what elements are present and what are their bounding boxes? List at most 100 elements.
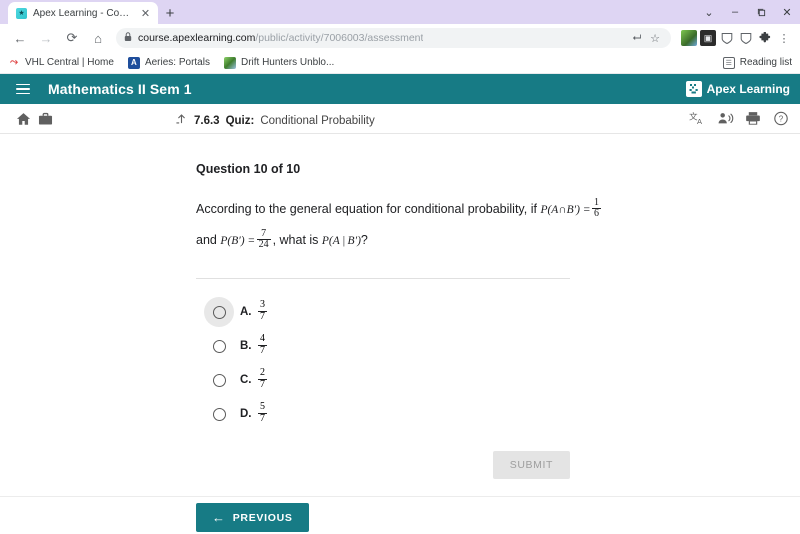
answer-choice-d[interactable]: D. 57 xyxy=(196,397,800,431)
fraction-numerator: 5 xyxy=(260,401,265,412)
url-path: /public/activity/7006003/assessment xyxy=(255,32,424,44)
radio-button-c[interactable] xyxy=(204,365,234,395)
window-controls: ⌄ – ✕ xyxy=(696,0,800,24)
breadcrumb: 7.6.3 Quiz: Conditional Probability xyxy=(175,111,375,127)
up-level-icon[interactable] xyxy=(175,112,188,128)
maximize-icon[interactable] xyxy=(748,0,774,24)
briefcase-icon[interactable] xyxy=(34,108,56,130)
minimize-icon[interactable]: – xyxy=(722,0,748,24)
translate-icon[interactable]: 文A xyxy=(686,108,708,130)
browser-window: ★ Apex Learning - Courses ✕ + ⌄ – ✕ ← → … xyxy=(0,0,800,534)
bookmark-vhl-central[interactable]: ⤳ VHL Central | Home xyxy=(8,57,114,69)
expression-1-label: P(A∩B′) xyxy=(540,204,581,216)
bookmark-aeries-portals[interactable]: A Aeries: Portals xyxy=(127,56,210,69)
browser-toolbar: ← → ⟳ ⌂ course.apexlearning.com/public/a… xyxy=(0,24,800,52)
bookmark-label: Drift Hunters Unblo... xyxy=(240,57,335,68)
previous-button[interactable]: ← PREVIOUS xyxy=(196,503,309,532)
fraction-numerator: 4 xyxy=(260,333,265,344)
omnibox-actions: ⮠ ☆ xyxy=(629,30,663,46)
share-icon[interactable]: ⮠ xyxy=(629,30,645,46)
drift-icon xyxy=(223,56,236,69)
aeries-icon: A xyxy=(127,56,140,69)
fraction-denominator: 24 xyxy=(256,239,271,251)
expression-2-fraction: 7 24 xyxy=(256,228,271,251)
bookmark-label: Aeries: Portals xyxy=(144,57,210,68)
choice-value-b: 47 xyxy=(258,333,267,356)
question-panel: Question 10 of 10 According to the gener… xyxy=(0,134,800,479)
hamburger-menu-icon[interactable] xyxy=(12,79,32,99)
expression-1-fraction: 16 xyxy=(592,196,601,220)
bookmark-star-icon[interactable]: ☆ xyxy=(647,30,663,46)
previous-label: PREVIOUS xyxy=(232,511,293,524)
chrome-menu-icon[interactable]: ⋮ xyxy=(776,30,792,46)
tab-title: Apex Learning - Courses xyxy=(33,7,133,19)
stem-text-3: , what is xyxy=(272,233,319,247)
question-stem: According to the general equation for co… xyxy=(196,194,800,256)
reading-list-icon: ☰ xyxy=(722,56,735,69)
radio-button-b[interactable] xyxy=(204,331,234,361)
shield-extension-1-icon[interactable] xyxy=(719,30,735,46)
expression-2-label: P(B′) xyxy=(220,235,245,247)
vhl-icon: ⤳ xyxy=(10,57,18,68)
home-icon[interactable] xyxy=(12,108,34,130)
apex-learning-app: Mathematics II Sem 1 Apex Learning 7.6.3 xyxy=(0,74,800,532)
answer-choice-c[interactable]: C. 27 xyxy=(196,363,800,397)
course-title: Mathematics II Sem 1 xyxy=(48,81,192,97)
activity-tools: 文A ? xyxy=(686,108,792,130)
radio-button-a[interactable] xyxy=(204,297,234,327)
submit-row: SUBMIT xyxy=(196,451,570,479)
tab-search-icon[interactable]: ⌄ xyxy=(696,0,722,24)
extension-icons: ▣ ⋮ xyxy=(677,30,792,46)
address-bar[interactable]: course.apexlearning.com/public/activity/… xyxy=(116,28,671,48)
radio-button-d[interactable] xyxy=(204,399,234,429)
stem-text-1: According to the general equation for co… xyxy=(196,202,537,216)
activity-footer: ← PREVIOUS xyxy=(0,496,800,532)
svg-text:A: A xyxy=(697,117,702,126)
shield-extension-2-icon[interactable] xyxy=(738,30,754,46)
choice-value-a: 37 xyxy=(258,299,267,322)
forward-icon[interactable]: → xyxy=(34,26,58,50)
choice-letter: D. xyxy=(240,408,252,420)
puzzle-extensions-icon[interactable] xyxy=(757,30,773,46)
choice-letter: A. xyxy=(240,306,252,318)
read-aloud-icon[interactable] xyxy=(714,108,736,130)
breadcrumb-name: Conditional Probability xyxy=(260,114,375,127)
stem-text-4: ? xyxy=(360,233,368,247)
apex-logo-text: Apex Learning xyxy=(706,82,790,96)
answer-choice-b[interactable]: B. 47 xyxy=(196,329,800,363)
expression-2-equals: = xyxy=(248,235,255,247)
left-arrow-icon: ← xyxy=(212,510,226,525)
choice-value-c: 27 xyxy=(258,367,267,390)
close-tab-icon[interactable]: ✕ xyxy=(139,7,152,20)
reading-list-button[interactable]: ☰ Reading list xyxy=(722,56,792,69)
help-icon[interactable]: ? xyxy=(770,108,792,130)
back-icon[interactable]: ← xyxy=(8,26,32,50)
browser-tab[interactable]: ★ Apex Learning - Courses ✕ xyxy=(8,2,158,24)
answer-choice-a[interactable]: A. 37 xyxy=(196,295,800,329)
question-heading: Question 10 of 10 xyxy=(196,162,301,176)
reload-icon[interactable]: ⟳ xyxy=(60,26,84,50)
fraction-numerator: 2 xyxy=(260,367,265,378)
answer-choices: A. 37 B. 47 C. 27 D. 57 xyxy=(196,295,800,431)
choice-letter: B. xyxy=(240,340,252,352)
new-tab-button[interactable]: + xyxy=(158,2,182,24)
expression-1-equals: = xyxy=(583,204,591,216)
submit-button[interactable]: SUBMIT xyxy=(492,451,570,479)
drift-hunters-extension-icon[interactable] xyxy=(681,30,697,46)
dark-extension-icon[interactable]: ▣ xyxy=(700,30,716,46)
home-icon[interactable]: ⌂ xyxy=(86,26,110,50)
bookmark-label: VHL Central | Home xyxy=(25,57,114,68)
fraction-numerator: 3 xyxy=(260,299,265,310)
fraction-denominator: 7 xyxy=(258,412,267,424)
apex-learning-logo: Apex Learning xyxy=(685,81,790,97)
fraction-numerator: 1 xyxy=(594,196,599,208)
bookmark-drift-hunters[interactable]: Drift Hunters Unblo... xyxy=(223,56,335,69)
close-window-icon[interactable]: ✕ xyxy=(774,0,800,24)
fraction-denominator: 7 xyxy=(258,344,267,356)
breadcrumb-kind: Quiz: xyxy=(225,114,255,127)
breadcrumb-number: 7.6.3 xyxy=(194,114,220,127)
apex-favicon-icon: ★ xyxy=(16,7,27,19)
stem-text-2: and xyxy=(196,233,217,247)
print-icon[interactable] xyxy=(742,108,764,130)
url-host: course.apexlearning.com xyxy=(138,32,256,44)
